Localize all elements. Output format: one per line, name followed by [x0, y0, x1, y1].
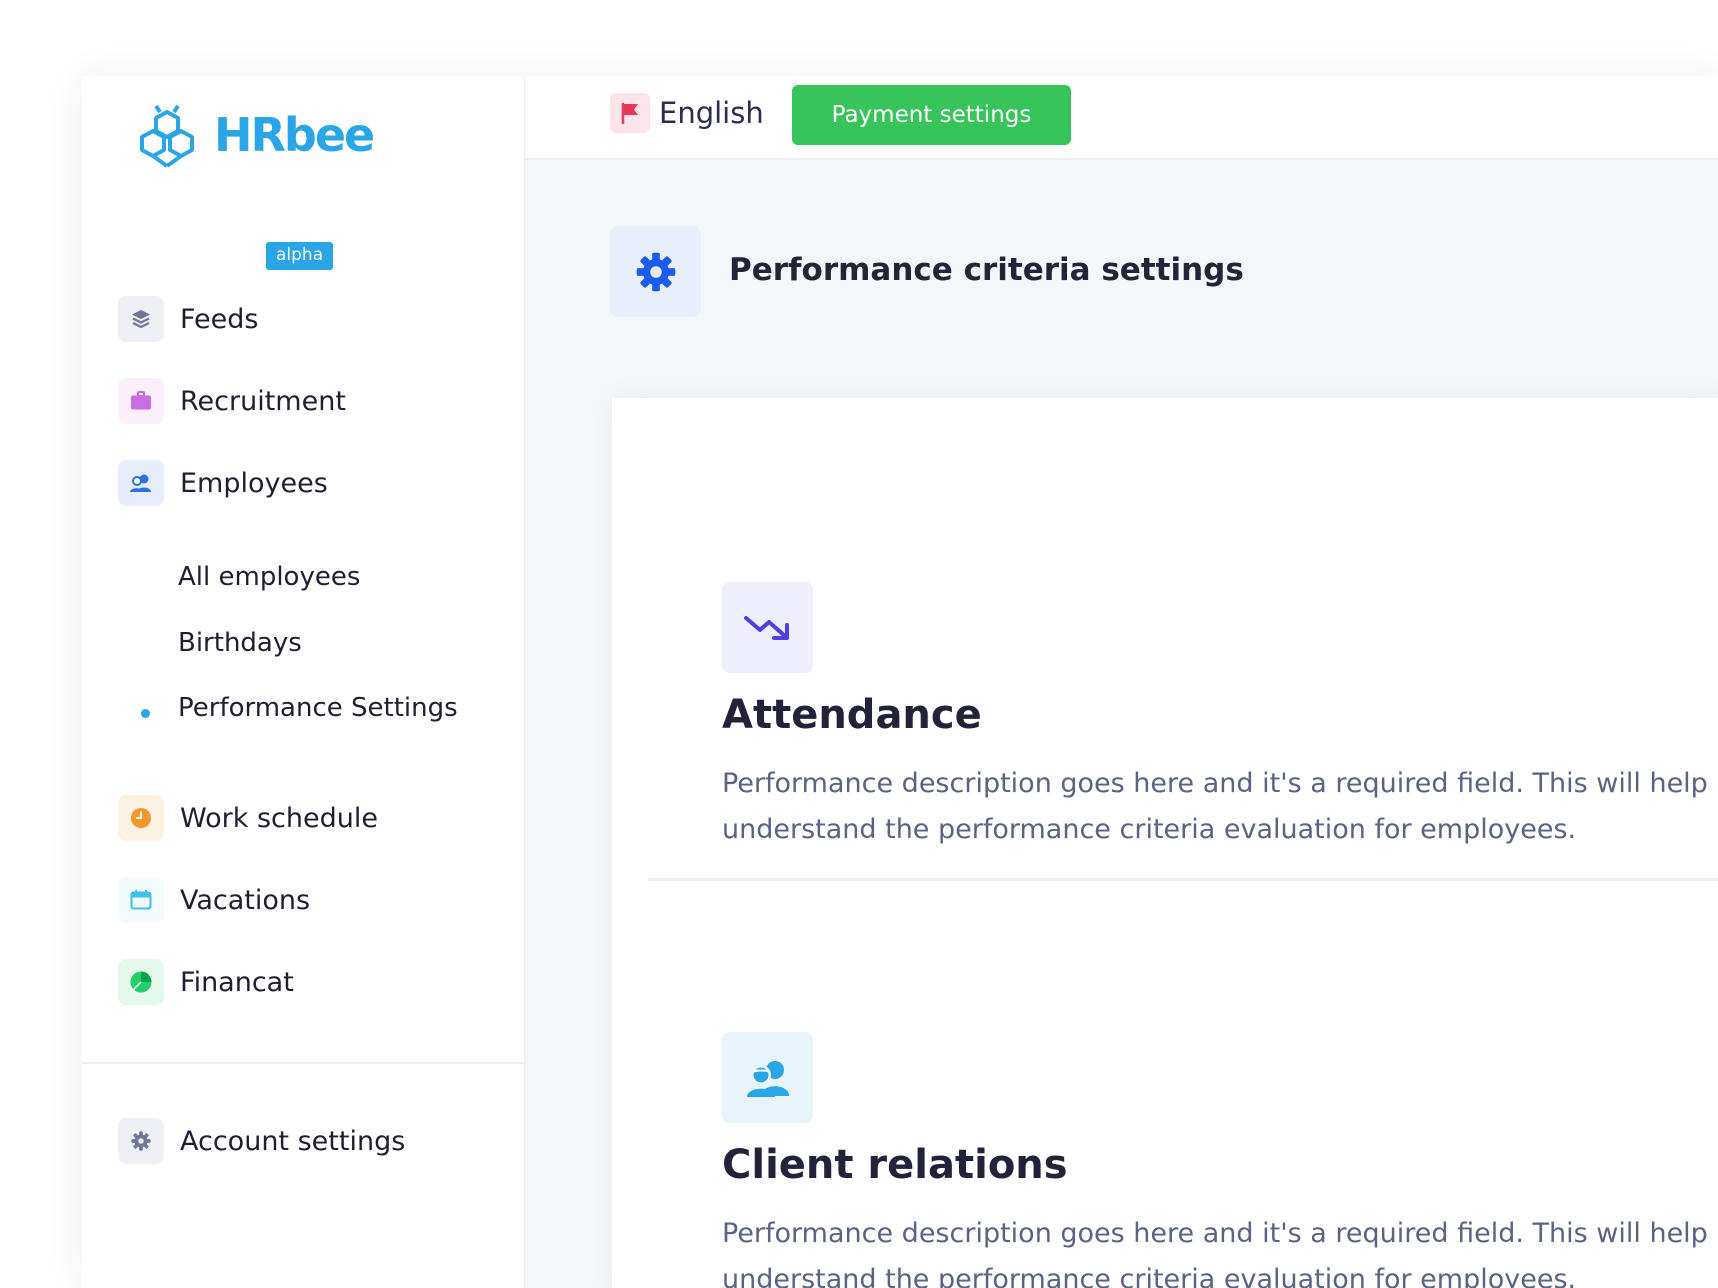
- sidebar-divider: [82, 1062, 525, 1064]
- sidebar-item-recruitment[interactable]: Recruitment: [118, 378, 346, 424]
- sidebar-item-account-settings[interactable]: Account settings: [118, 1118, 405, 1164]
- gear-icon: [610, 226, 701, 317]
- users-icon: [722, 1032, 813, 1123]
- app-window: HRbee alpha Feeds Recruitment Employees …: [82, 76, 1718, 1288]
- criteria-card: Attendance Performance description goes …: [612, 398, 1718, 1288]
- sidebar-item-label: Vacations: [180, 884, 311, 916]
- active-indicator-dot: [141, 709, 150, 718]
- layers-icon: [118, 296, 164, 342]
- sidebar-item-work-schedule[interactable]: Work schedule: [118, 795, 378, 841]
- language-selector[interactable]: English: [610, 93, 764, 133]
- sidebar-item-financat[interactable]: Financat: [118, 959, 294, 1005]
- calendar-icon: [118, 877, 164, 923]
- sidebar-subitem-all-employees[interactable]: All employees: [178, 562, 360, 592]
- sidebar-subitem-performance-settings[interactable]: Performance Settings: [178, 693, 458, 723]
- sidebar-item-vacations[interactable]: Vacations: [118, 877, 310, 923]
- criterion-description: Performance description goes here and it…: [722, 1218, 1708, 1288]
- users-icon: [118, 460, 164, 506]
- sidebar-item-label: Employees: [180, 467, 328, 499]
- sidebar-item-feeds[interactable]: Feeds: [118, 296, 258, 342]
- sidebar: HRbee alpha Feeds Recruitment Employees …: [82, 76, 525, 1288]
- criterion-title: Attendance: [722, 692, 982, 738]
- language-label: English: [659, 96, 764, 130]
- criteria-divider: [648, 878, 1718, 881]
- sidebar-item-label: Recruitment: [180, 385, 346, 417]
- sidebar-item-label: Feeds: [180, 303, 259, 335]
- gear-icon: [118, 1118, 164, 1164]
- flag-icon: [610, 93, 650, 133]
- pie-chart-icon: [118, 959, 164, 1005]
- criterion-title: Client relations: [722, 1142, 1068, 1188]
- topbar: English Payment settings: [525, 76, 1718, 160]
- briefcase-icon: [118, 378, 164, 424]
- clock-icon: [118, 795, 164, 841]
- criterion-description: Performance description goes here and it…: [722, 768, 1708, 845]
- brand-name: HRbee: [214, 108, 375, 162]
- sidebar-subitem-birthdays[interactable]: Birthdays: [178, 628, 302, 658]
- honeycomb-logo-icon: [140, 104, 194, 168]
- alpha-badge: alpha: [266, 242, 334, 270]
- logo[interactable]: HRbee alpha: [134, 104, 375, 270]
- payment-settings-button[interactable]: Payment settings: [792, 85, 1071, 145]
- sidebar-item-employees[interactable]: Employees: [118, 460, 328, 506]
- trending-down-icon: [722, 582, 813, 673]
- sidebar-item-label: Work schedule: [180, 802, 378, 834]
- sidebar-item-label: Financat: [180, 966, 294, 998]
- sidebar-item-label: Account settings: [180, 1125, 406, 1157]
- page-title: Performance criteria settings: [729, 252, 1244, 288]
